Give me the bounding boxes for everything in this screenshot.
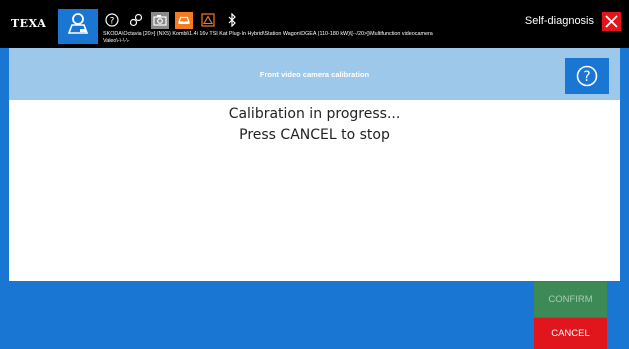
instruction-message: Press CANCEL to stop	[239, 127, 390, 143]
car-diagnosis-icon[interactable]	[175, 11, 193, 29]
mode-label: Self-diagnosis	[524, 15, 594, 27]
help-icon: ?	[576, 65, 598, 87]
top-bar: TEXA ? SKODA\Octavia [20>] (NX5) Kombi\1…	[0, 0, 629, 48]
vehicle-info: SKODA\Octavia [20>] (NX5) Kombi\1.4i 16v…	[103, 31, 433, 44]
page-header: Front video camera calibration	[9, 48, 620, 100]
link-icon[interactable]	[127, 12, 145, 29]
camera-icon[interactable]	[151, 11, 169, 29]
user-icon	[65, 11, 91, 42]
svg-text:?: ?	[583, 69, 590, 85]
user-profile-button[interactable]	[58, 9, 98, 44]
page-title: Front video camera calibration	[259, 70, 370, 79]
help-circle-icon[interactable]: ?	[103, 12, 121, 29]
bluetooth-icon[interactable]	[223, 12, 241, 29]
cancel-button[interactable]: CANCEL	[534, 318, 607, 349]
confirm-button[interactable]: CONFIRM	[534, 282, 607, 317]
vehicle-info-line1: SKODA\Octavia [20>] (NX5) Kombi\1.4i 16v…	[103, 31, 433, 37]
help-button[interactable]: ?	[565, 58, 609, 94]
status-message: Calibration in progress...	[228, 106, 401, 122]
main-content: Calibration in progress... Press CANCEL …	[9, 100, 620, 281]
vehicle-info-line2: Valeo\-\-\-\-	[103, 37, 130, 44]
close-button[interactable]	[602, 12, 621, 31]
texa-logo: TEXA	[11, 17, 47, 30]
svg-text:?: ?	[110, 17, 115, 27]
toolbar-icons: ?	[103, 11, 241, 29]
warning-icon[interactable]	[199, 12, 217, 29]
close-icon	[605, 15, 618, 28]
